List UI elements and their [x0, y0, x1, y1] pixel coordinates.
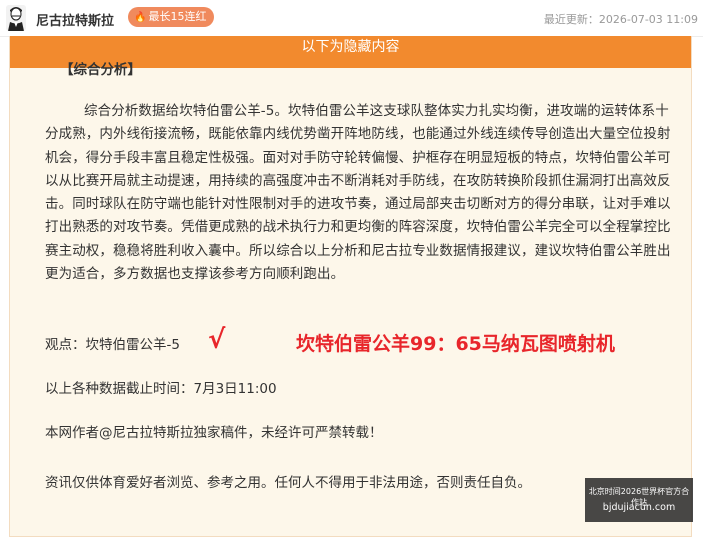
score-result: 坎特伯雷公羊99：65马纳瓦图喷射机: [296, 333, 615, 355]
streak-badge: 🔥 最长15连红: [128, 7, 215, 27]
analysis-paragraph: 综合分析数据给坎特伯雷公羊-5。坎特伯雷公羊这支球队整体实力扎实均衡，进攻端的运…: [45, 103, 671, 283]
site-watermark: 北京时间2026世界杯官方合作站 bjdujiacun.com: [585, 478, 693, 522]
flame-icon: 🔥: [134, 12, 147, 23]
disclaimer-text: 资讯仅供体育爱好者浏览、参考之用。任何人不得用于非法用途，否则责任自负。: [45, 475, 531, 491]
check-mark-icon: √: [208, 325, 226, 355]
article-header: 尼古拉特斯拉 🔥 最长15连红 最近更新：2026-07-03 11:09: [0, 0, 703, 37]
section-title: 【综合分析】: [60, 62, 141, 78]
last-update-time: 最近更新：2026-07-03 11:09: [543, 13, 698, 26]
watermark-domain: bjdujiacun.com: [602, 502, 676, 513]
author-name[interactable]: 尼古拉特斯拉: [36, 10, 114, 29]
copyright-notice: 本网作者@尼古拉特斯拉独家稿件，未经许可严禁转载！: [45, 425, 383, 441]
streak-badge-label: 最长15连红: [148, 10, 207, 23]
data-deadline-text: 以上各种数据截止时间：7月3日11:00: [45, 381, 277, 397]
portrait-icon: [6, 5, 26, 31]
author-avatar[interactable]: [6, 5, 26, 31]
